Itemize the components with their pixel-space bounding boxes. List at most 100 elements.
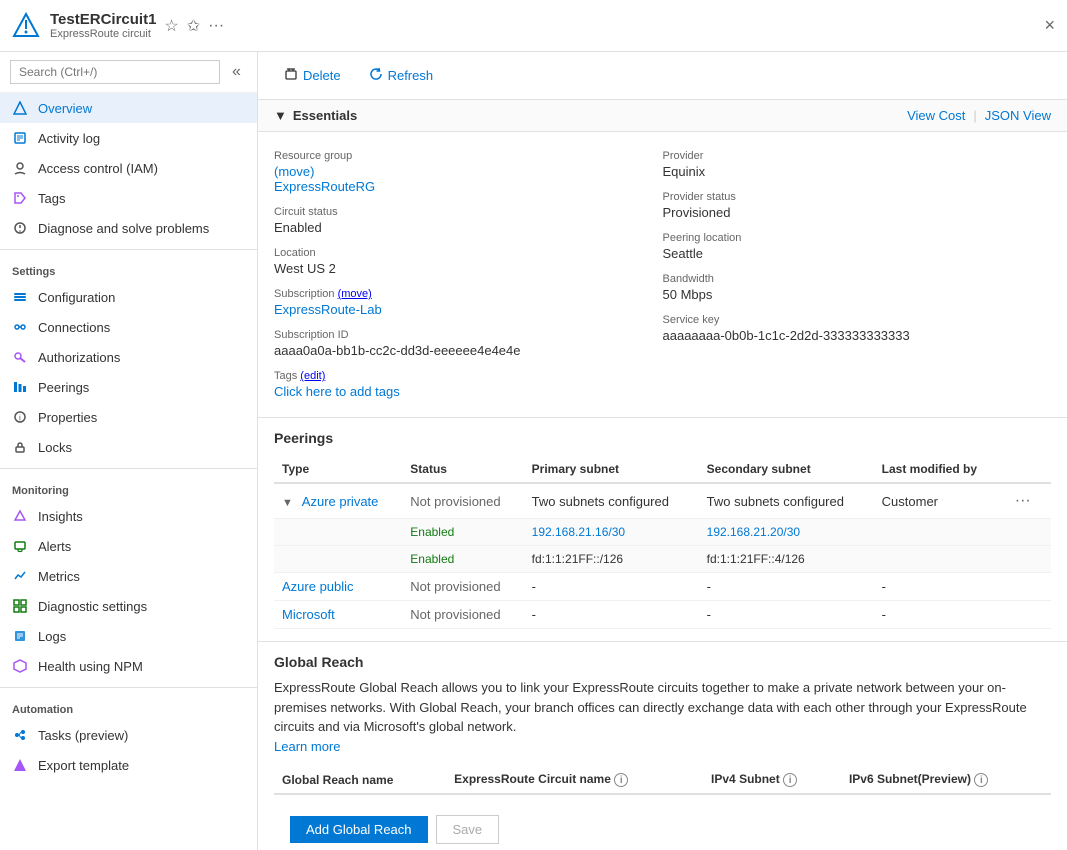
sidebar-label-logs: Logs xyxy=(38,629,66,644)
sidebar-divider-2 xyxy=(0,468,257,469)
microsoft-primary: - xyxy=(524,601,699,629)
essentials-resource-group: Resource group (move) ExpressRouteRG xyxy=(274,144,663,200)
peerings-body: ▼ Azure private Not provisioned Two subn… xyxy=(274,483,1051,629)
collapse-sidebar-button[interactable]: « xyxy=(226,60,247,84)
microsoft-link[interactable]: Microsoft xyxy=(282,607,335,622)
sidebar-label-peerings: Peerings xyxy=(38,380,89,395)
metrics-icon xyxy=(12,568,28,584)
microsoft-type-cell: Microsoft xyxy=(274,601,402,629)
sidebar-item-metrics[interactable]: Metrics xyxy=(0,561,257,591)
sidebar-label-health: Health using NPM xyxy=(38,659,143,674)
subscription-link[interactable]: ExpressRoute-Lab xyxy=(274,302,382,317)
table-row: Enabled fd:1:1:21FF::/126 fd:1:1:21FF::4… xyxy=(274,546,1051,573)
sidebar-item-diagnostic-settings[interactable]: Diagnostic settings xyxy=(0,591,257,621)
azure-public-link[interactable]: Azure public xyxy=(282,579,354,594)
gr-col-name: Global Reach name xyxy=(274,766,446,794)
move-rg-link[interactable]: (move) xyxy=(274,164,314,179)
sidebar-item-authorizations[interactable]: Authorizations xyxy=(0,342,257,372)
add-tags-link[interactable]: Click here to add tags xyxy=(274,384,400,399)
global-reach-description: ExpressRoute Global Reach allows you to … xyxy=(274,678,1051,756)
ipv4-primary-link[interactable]: 192.168.21.16/30 xyxy=(532,525,625,539)
sidebar-item-peerings[interactable]: Peerings xyxy=(0,372,257,402)
ipv4-secondary-link[interactable]: 192.168.21.20/30 xyxy=(707,525,800,539)
tasks-icon xyxy=(12,727,28,743)
move-sub-link[interactable]: (move) xyxy=(338,288,372,300)
refresh-button[interactable]: Refresh xyxy=(359,62,444,89)
json-view-link[interactable]: JSON View xyxy=(985,108,1051,123)
essentials-provider: Provider Equinix xyxy=(663,144,1052,185)
peerings-table: Type Status Primary subnet Secondary sub… xyxy=(274,456,1051,629)
resource-title: TestERCircuit1 ExpressRoute circuit xyxy=(50,11,156,40)
content-area: Delete Refresh ▼ Essentials View Cost | … xyxy=(258,52,1067,850)
circuit-info-icon: i xyxy=(614,773,628,787)
save-button[interactable]: Save xyxy=(436,815,500,844)
global-reach-table: Global Reach name ExpressRoute Circuit n… xyxy=(274,766,1051,795)
add-global-reach-button[interactable]: Add Global Reach xyxy=(290,816,428,843)
sidebar-item-diagnose[interactable]: Diagnose and solve problems xyxy=(0,213,257,243)
top-bar: TestERCircuit1 ExpressRoute circuit ☆ ✩ … xyxy=(0,0,1067,52)
global-reach-header-row: Global Reach name ExpressRoute Circuit n… xyxy=(274,766,1051,794)
sub-row-2-secondary: fd:1:1:21FF::4/126 xyxy=(699,546,874,573)
essentials-links: View Cost | JSON View xyxy=(907,108,1051,123)
sidebar-divider-1 xyxy=(0,249,257,250)
sidebar-label-iam: Access control (IAM) xyxy=(38,161,158,176)
collapse-essentials-icon[interactable]: ▼ xyxy=(274,108,287,123)
learn-more-link[interactable]: Learn more xyxy=(274,739,340,754)
sidebar-item-locks[interactable]: Locks xyxy=(0,432,257,462)
col-modified: Last modified by xyxy=(874,456,1001,483)
sidebar-item-connections[interactable]: Connections xyxy=(0,312,257,342)
edit-tags-link[interactable]: (edit) xyxy=(300,370,325,382)
sidebar-item-alerts[interactable]: Alerts xyxy=(0,531,257,561)
essentials-left: Resource group (move) ExpressRouteRG Cir… xyxy=(274,144,663,405)
diagnose-icon xyxy=(12,220,28,236)
peerings-icon xyxy=(12,379,28,395)
search-input[interactable] xyxy=(10,60,220,84)
sidebar-item-insights[interactable]: Insights xyxy=(0,501,257,531)
sidebar-section-monitoring: Monitoring xyxy=(0,475,257,501)
sidebar-item-iam[interactable]: Access control (IAM) xyxy=(0,153,257,183)
ipv6-info-icon: i xyxy=(974,773,988,787)
azure-private-secondary: Two subnets configured xyxy=(699,483,874,519)
sidebar-item-logs[interactable]: Logs xyxy=(0,621,257,651)
sidebar-item-overview[interactable]: Overview xyxy=(0,93,257,123)
resource-name: TestERCircuit1 xyxy=(50,11,156,28)
azure-private-link[interactable]: Azure private xyxy=(302,494,379,509)
sidebar-item-configuration[interactable]: Configuration xyxy=(0,282,257,312)
global-reach-actions: Add Global Reach Save xyxy=(274,807,1051,850)
health-icon xyxy=(12,658,28,674)
essentials-subscription: Subscription (move) ExpressRoute-Lab xyxy=(274,282,663,323)
rg-link[interactable]: ExpressRouteRG xyxy=(274,179,375,194)
sidebar-item-export-template[interactable]: Export template xyxy=(0,750,257,780)
sidebar-label-configuration: Configuration xyxy=(38,290,115,305)
delete-button[interactable]: Delete xyxy=(274,62,351,89)
svg-text:i: i xyxy=(19,414,21,423)
expand-chevron[interactable]: ▼ xyxy=(282,497,293,509)
pin-icon[interactable]: ☆ xyxy=(164,16,178,36)
essentials-peering-location: Peering location Seattle xyxy=(663,226,1052,267)
sidebar-item-tasks[interactable]: Tasks (preview) xyxy=(0,720,257,750)
azure-public-secondary: - xyxy=(699,573,874,601)
sidebar-item-activity-log[interactable]: Activity log xyxy=(0,123,257,153)
sidebar-label-activity-log: Activity log xyxy=(38,131,100,146)
view-cost-link[interactable]: View Cost xyxy=(907,108,965,123)
sidebar-item-tags[interactable]: Tags xyxy=(0,183,257,213)
table-row: Enabled 192.168.21.16/30 192.168.21.20/3… xyxy=(274,519,1051,546)
sub-row-2-primary: fd:1:1:21FF::/126 xyxy=(524,546,699,573)
azure-private-more-button[interactable]: ··· xyxy=(1009,490,1037,512)
essentials-header: ▼ Essentials View Cost | JSON View xyxy=(258,100,1067,132)
sidebar-section-settings: Settings xyxy=(0,256,257,282)
overview-icon xyxy=(12,100,28,116)
more-icon[interactable]: ··· xyxy=(208,17,224,35)
sidebar-item-properties[interactable]: i Properties xyxy=(0,402,257,432)
iam-icon xyxy=(12,160,28,176)
star-icon[interactable]: ✩ xyxy=(187,16,200,36)
close-button[interactable]: × xyxy=(1044,15,1055,36)
sidebar-item-health-npm[interactable]: Health using NPM xyxy=(0,651,257,681)
sidebar-label-tags: Tags xyxy=(38,191,65,206)
table-row: Azure public Not provisioned - - - xyxy=(274,573,1051,601)
azure-public-primary: - xyxy=(524,573,699,601)
col-type: Type xyxy=(274,456,402,483)
gr-col-ipv6: IPv6 Subnet(Preview) i xyxy=(841,766,1051,794)
alerts-icon xyxy=(12,538,28,554)
logs-icon xyxy=(12,628,28,644)
